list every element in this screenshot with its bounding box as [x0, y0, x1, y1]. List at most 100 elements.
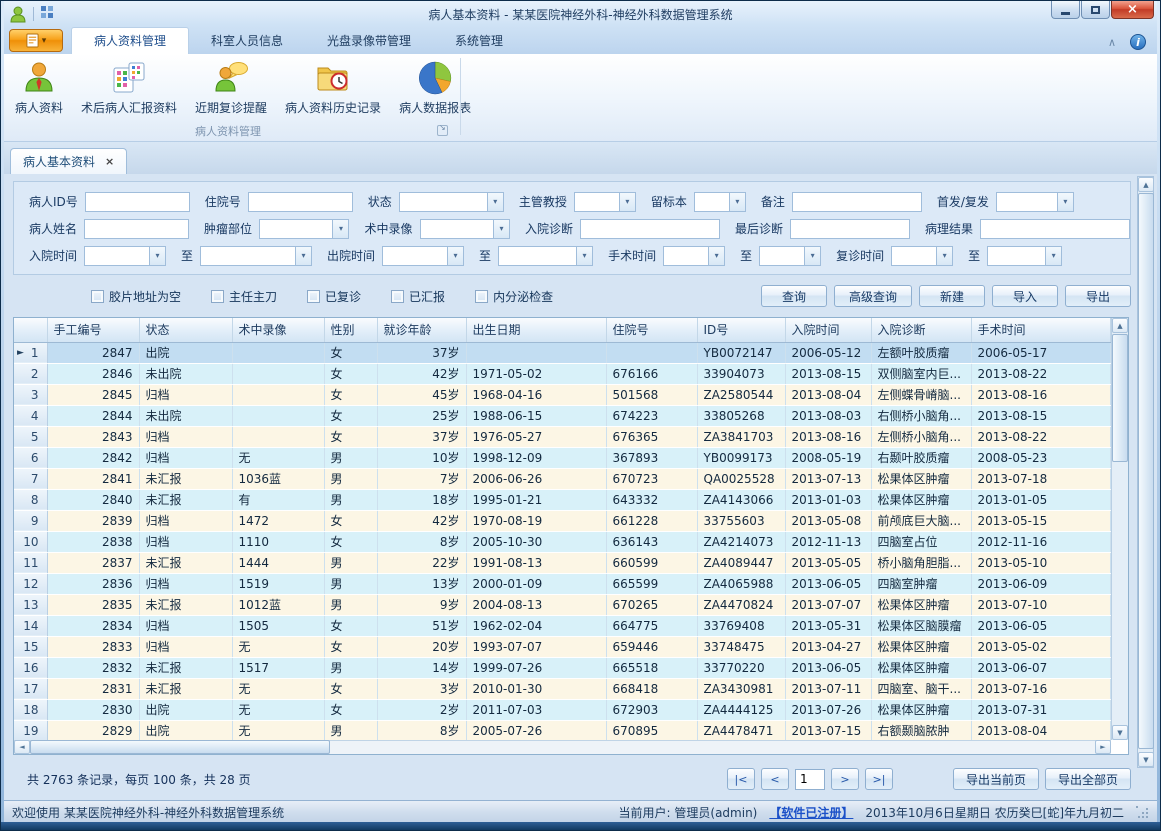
action-button-导入[interactable]: 导入: [992, 285, 1058, 307]
ribbon-button-近期复诊提醒[interactable]: 近期复诊提醒: [186, 56, 276, 119]
input-病理结果[interactable]: [980, 219, 1130, 239]
checkbox-icon[interactable]: [307, 290, 320, 303]
row-selector[interactable]: 17: [14, 678, 47, 699]
scroll-left-icon[interactable]: ◄: [14, 740, 30, 754]
row-selector[interactable]: 15: [14, 636, 47, 657]
input-备注[interactable]: [792, 192, 922, 212]
content-vscroll-thumb[interactable]: [1138, 193, 1154, 749]
chevron-down-icon[interactable]: ▾: [149, 247, 165, 265]
column-header-出生日期[interactable]: 出生日期: [466, 318, 606, 342]
export-current-page-button[interactable]: 导出当前页: [953, 768, 1039, 790]
ribbon-tab-2[interactable]: 科室人员信息: [189, 28, 305, 54]
grid-hscroll-thumb[interactable]: [30, 740, 330, 754]
combo-状态[interactable]: ▾: [399, 192, 504, 212]
ribbon-button-病人资料[interactable]: 病人资料: [6, 56, 72, 119]
ribbon-collapse-icon[interactable]: ∧: [1108, 36, 1116, 49]
minimize-button[interactable]: [1051, 1, 1080, 19]
chevron-down-icon[interactable]: ▾: [1045, 247, 1061, 265]
table-row[interactable]: 162832未汇报1517男14岁1999-07-266655183377022…: [14, 657, 1111, 678]
input-病人ID号[interactable]: [85, 192, 190, 212]
checkbox-内分泌检查[interactable]: 内分泌检查: [475, 288, 553, 305]
column-header-就诊年龄[interactable]: 就诊年龄: [377, 318, 466, 342]
row-selector[interactable]: 3: [14, 384, 47, 405]
prev-page-button[interactable]: <: [761, 768, 789, 790]
resize-grip[interactable]: [1136, 806, 1149, 819]
table-row[interactable]: 112837未汇报1444男22岁1991-08-13660599ZA40894…: [14, 552, 1111, 573]
table-row[interactable]: 142834归档1505女51岁1962-02-0466477533769408…: [14, 615, 1111, 636]
column-header-手工编号[interactable]: 手工编号: [47, 318, 139, 342]
checkbox-已汇报[interactable]: 已汇报: [391, 288, 445, 305]
checkbox-icon[interactable]: [211, 290, 224, 303]
row-selector[interactable]: 8: [14, 489, 47, 510]
export-all-pages-button[interactable]: 导出全部页: [1045, 768, 1131, 790]
table-row[interactable]: 132835未汇报1012蓝男9岁2004-08-13670265ZA44708…: [14, 594, 1111, 615]
row-selector[interactable]: 7: [14, 468, 47, 489]
first-page-button[interactable]: |<: [727, 768, 755, 790]
ribbon-tab-1[interactable]: 病人资料管理: [71, 27, 189, 54]
chevron-down-icon[interactable]: ▾: [576, 247, 592, 265]
last-page-button[interactable]: >|: [865, 768, 893, 790]
scroll-down-icon[interactable]: ▼: [1138, 752, 1154, 767]
table-row[interactable]: 62842归档无男10岁1998-12-09367893YB0099173200…: [14, 447, 1111, 468]
ribbon-button-病人资料历史记录[interactable]: 病人资料历史记录: [276, 56, 390, 119]
input-住院号[interactable]: [248, 192, 353, 212]
doc-tab-close-icon[interactable]: ×: [105, 155, 114, 168]
action-button-导出[interactable]: 导出: [1065, 285, 1131, 307]
chevron-down-icon[interactable]: ▾: [708, 247, 724, 265]
row-selector[interactable]: 11: [14, 552, 47, 573]
row-selector[interactable]: 2: [14, 363, 47, 384]
application-menu-button[interactable]: ▾: [9, 29, 63, 52]
combo-术中录像[interactable]: ▾: [420, 219, 510, 239]
close-button[interactable]: ×: [1111, 1, 1154, 19]
chevron-down-icon[interactable]: ▾: [487, 193, 503, 211]
combo-肿瘤部位[interactable]: ▾: [259, 219, 349, 239]
checkbox-已复诊[interactable]: 已复诊: [307, 288, 361, 305]
chevron-down-icon[interactable]: ▾: [295, 247, 311, 265]
combo-至[interactable]: ▾: [200, 246, 312, 266]
table-row[interactable]: 72841未汇报1036蓝男7岁2006-06-26670723QA002552…: [14, 468, 1111, 489]
row-selector[interactable]: 9: [14, 510, 47, 531]
table-row[interactable]: 192829出院无男8岁2005-07-26670895ZA4478471201…: [14, 720, 1111, 741]
table-row[interactable]: 182830出院无女2岁2011-07-03672903ZA4444125201…: [14, 699, 1111, 720]
combo-出院时间[interactable]: ▾: [382, 246, 464, 266]
action-button-查询[interactable]: 查询: [761, 285, 827, 307]
column-header-入院时间[interactable]: 入院时间: [785, 318, 871, 342]
chevron-down-icon[interactable]: ▾: [804, 247, 820, 265]
chevron-down-icon[interactable]: ▾: [447, 247, 463, 265]
content-scrollbar[interactable]: ▲ ▼: [1137, 176, 1154, 768]
checkbox-主任主刀[interactable]: 主任主刀: [211, 288, 277, 305]
combo-主管教授[interactable]: ▾: [574, 192, 636, 212]
chevron-down-icon[interactable]: ▾: [729, 193, 745, 211]
quick-access-icon[interactable]: [40, 5, 55, 24]
chevron-down-icon[interactable]: ▾: [936, 247, 952, 265]
ribbon-button-术后病人汇报资料[interactable]: 术后病人汇报资料: [72, 56, 186, 119]
action-button-新建[interactable]: 新建: [919, 285, 985, 307]
row-selector[interactable]: ►1: [14, 342, 47, 363]
column-header-ID号[interactable]: ID号: [697, 318, 785, 342]
table-row[interactable]: 32845归档女45岁1968-04-16501568ZA25805442013…: [14, 384, 1111, 405]
maximize-button[interactable]: [1081, 1, 1110, 19]
table-row[interactable]: 92839归档1472女42岁1970-08-19661228337556032…: [14, 510, 1111, 531]
row-selector[interactable]: 14: [14, 615, 47, 636]
column-header-住院号[interactable]: 住院号: [606, 318, 697, 342]
column-header-性别[interactable]: 性别: [324, 318, 377, 342]
column-header-术中录像[interactable]: 术中录像: [232, 318, 324, 342]
table-row[interactable]: 52843归档女37岁1976-05-27676365ZA38417032013…: [14, 426, 1111, 447]
row-selector[interactable]: 18: [14, 699, 47, 720]
checkbox-icon[interactable]: [475, 290, 488, 303]
table-row[interactable]: ►12847出院女37岁YB00721472006-05-12左额叶胶质瘤200…: [14, 342, 1111, 363]
input-最后诊断[interactable]: [790, 219, 910, 239]
grid-vscroll-thumb[interactable]: [1112, 334, 1128, 462]
column-header-手术时间[interactable]: 手术时间: [971, 318, 1111, 342]
chevron-down-icon[interactable]: ▾: [493, 220, 509, 238]
status-registered-link[interactable]: 【软件已注册】: [769, 804, 853, 821]
chevron-down-icon[interactable]: ▾: [332, 220, 348, 238]
row-selector[interactable]: 19: [14, 720, 47, 741]
next-page-button[interactable]: >: [831, 768, 859, 790]
row-selector[interactable]: 6: [14, 447, 47, 468]
grid-vertical-scrollbar[interactable]: ▲ ▼: [1111, 318, 1128, 740]
table-row[interactable]: 102838归档1110女8岁2005-10-30636143ZA4214073…: [14, 531, 1111, 552]
table-row[interactable]: 42844未出院女25岁1988-06-15674223338052682013…: [14, 405, 1111, 426]
row-selector[interactable]: 5: [14, 426, 47, 447]
input-入院诊断[interactable]: [580, 219, 720, 239]
